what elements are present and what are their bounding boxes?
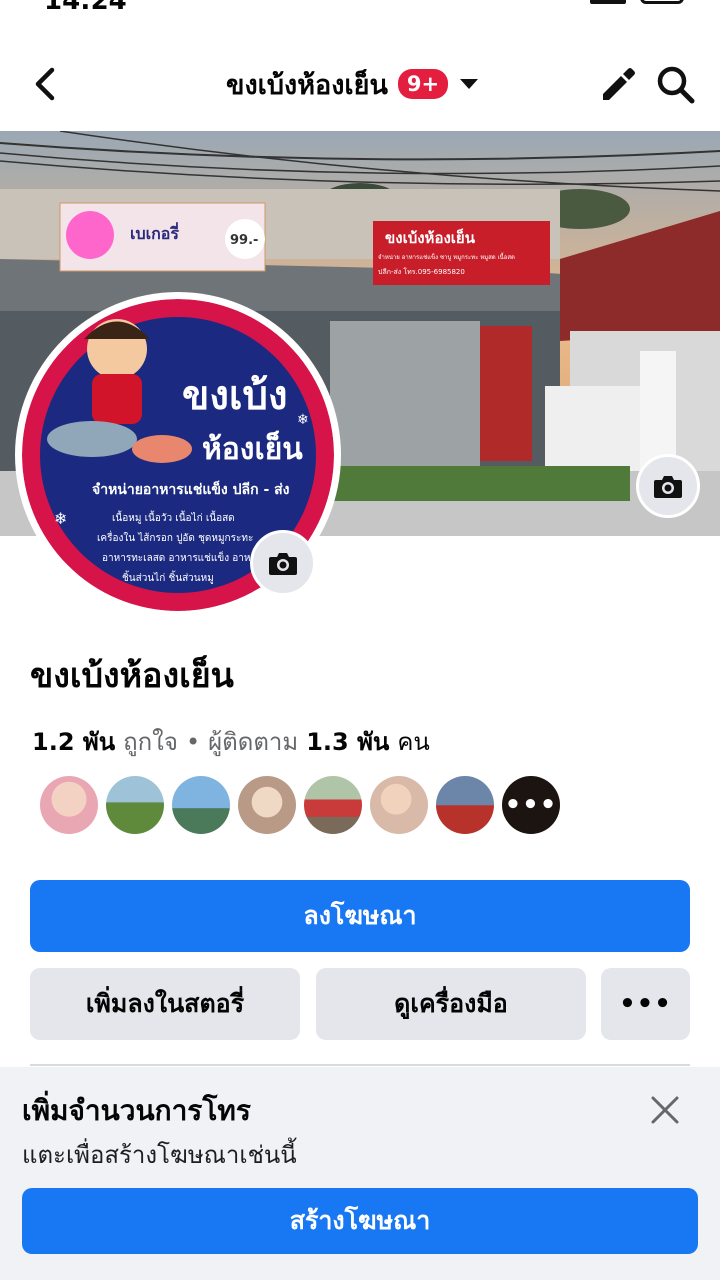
followers-count: 1.3 พัน: [306, 728, 390, 756]
followers-unit: คน: [397, 728, 430, 756]
likes-count: 1.2 พัน: [32, 728, 116, 756]
svg-text:❄: ❄: [54, 509, 67, 528]
avatar[interactable]: [106, 776, 164, 834]
promo-banner: เพิ่มจำนวนการโทร แตะเพื่อสร้างโฆษณาเช่นน…: [0, 1067, 720, 1280]
status-bar: 14:24: [0, 0, 720, 20]
promo-subtitle: แตะเพื่อสร้างโฆษณาเช่นนี้: [22, 1141, 297, 1169]
cover-sign-right-title: ขงเบ้งห้องเย็น: [385, 228, 476, 247]
svg-text:❄: ❄: [297, 412, 309, 428]
promo-title: เพิ่มจำนวนการโทร: [22, 1094, 251, 1127]
search-button[interactable]: [652, 62, 700, 108]
camera-icon: [269, 553, 297, 575]
avatar[interactable]: [370, 776, 428, 834]
avatar[interactable]: [40, 776, 98, 834]
avatar[interactable]: [172, 776, 230, 834]
logo-line-3: อาหารทะเลสด อาหารแช่แข็ง อาหาร: [102, 550, 262, 564]
pencil-icon: [603, 68, 635, 100]
followers-label: ผู้ติดตาม: [208, 728, 299, 756]
logo-line-2: เครื่องใน ไส้กรอก ปูอัด ชุดหมูกระทะ: [97, 530, 253, 544]
logo-line-4: ชิ้นส่วนไก่ ชิ้นส่วนหมู: [122, 570, 214, 584]
logo-main-bottom: ห้องเย็น: [202, 430, 303, 467]
cover-sign-left-price: 99.-: [230, 233, 258, 248]
signal-icon: [590, 0, 626, 4]
follower-avatars[interactable]: •••: [40, 776, 560, 834]
cover-sign-right-phone: ปลีก-ส่ง โทร.095-6985820: [378, 267, 465, 276]
section-divider: [30, 1064, 690, 1066]
page-header: ขงเบ้งห้องเย็น 9+: [0, 48, 720, 120]
add-to-story-button[interactable]: เพิ่มลงในสตอรี่: [30, 968, 300, 1040]
chevron-left-icon: [35, 67, 55, 101]
battery-icon: [640, 0, 684, 4]
cover-sign-left-title: เบเกอรี่: [130, 222, 179, 243]
page-title: ขงเบ้งห้องเย็น: [30, 656, 234, 696]
likes-label: ถูกใจ: [123, 728, 178, 756]
edit-button[interactable]: [594, 62, 640, 108]
more-options-button[interactable]: •••: [601, 968, 690, 1040]
back-button[interactable]: [22, 56, 68, 112]
profile-picture-camera-button[interactable]: [250, 530, 316, 596]
header-title: ขงเบ้งห้องเย็น: [226, 69, 388, 101]
avatar[interactable]: [304, 776, 362, 834]
advertise-button[interactable]: ลงโฆษณา: [30, 880, 690, 952]
status-icons: [590, 0, 684, 4]
view-tools-button[interactable]: ดูเครื่องมือ: [316, 968, 586, 1040]
more-followers-button[interactable]: •••: [502, 776, 560, 834]
logo-line-1: เนื้อหมู เนื้อวัว เนื้อไก่ เนื้อสด: [112, 510, 235, 524]
camera-icon: [654, 476, 682, 498]
search-icon: [657, 66, 695, 104]
stats-separator: •: [185, 728, 201, 756]
close-icon: [651, 1096, 679, 1124]
promo-close-button[interactable]: [640, 1085, 690, 1135]
cover-photo-camera-button[interactable]: [636, 454, 700, 518]
notification-badge: 9+: [397, 69, 449, 99]
caret-down-icon: [460, 79, 479, 89]
logo-main-top: ขงเบ้ง: [182, 373, 287, 419]
page-switcher[interactable]: ขงเบ้งห้องเย็น 9+: [226, 62, 479, 106]
avatar[interactable]: [436, 776, 494, 834]
status-time: 14:24: [44, 0, 127, 16]
logo-tagline: จำหน่ายอาหารแช่แข็ง ปลีก - ส่ง: [92, 480, 290, 498]
page-stats[interactable]: 1.2 พัน ถูกใจ • ผู้ติดตาม 1.3 พัน คน: [32, 722, 430, 761]
create-ad-button[interactable]: สร้างโฆษณา: [22, 1188, 698, 1254]
avatar[interactable]: [238, 776, 296, 834]
